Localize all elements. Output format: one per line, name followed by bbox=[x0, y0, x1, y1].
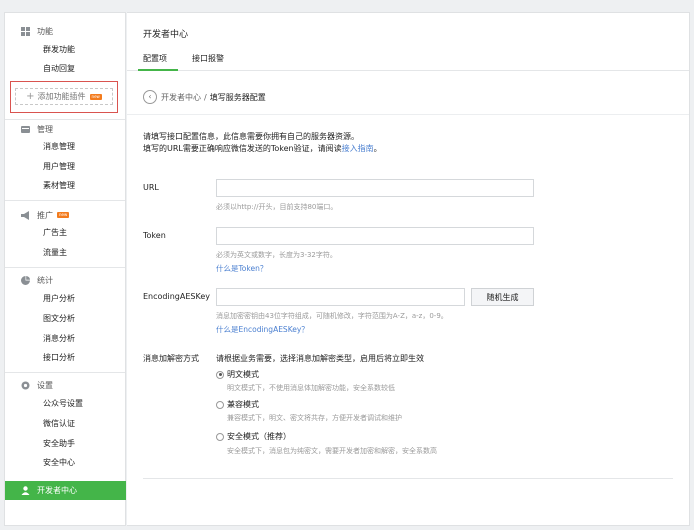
grid-icon bbox=[21, 26, 30, 36]
aes-key-input[interactable] bbox=[216, 288, 465, 306]
divider bbox=[5, 200, 125, 201]
divider bbox=[127, 114, 689, 115]
encrypt-mode-intro: 请根据业务需要，选择消息加解密类型，启用后将立即生效 bbox=[216, 354, 424, 363]
radio-unchecked-icon bbox=[216, 432, 224, 441]
folder-icon bbox=[21, 125, 30, 133]
sidebar-item-account-settings[interactable]: 公众号设置 bbox=[43, 398, 83, 410]
sidebar-section-statistics: 统计 bbox=[5, 272, 53, 288]
radio-plaintext-mode[interactable]: 明文模式 bbox=[216, 369, 259, 380]
sidebar-section-title: 设置 bbox=[37, 380, 53, 390]
sidebar: 功能 群发功能 自动回复 + 添加功能插件 new 管理 消息管理 用户管理 素… bbox=[4, 12, 126, 526]
random-generate-button[interactable]: 随机生成 bbox=[471, 288, 534, 306]
what-is-aes-key-link[interactable]: 什么是EncodingAESKey？ bbox=[216, 324, 309, 335]
breadcrumb: ‹ 开发者中心 / 填写服务器配置 bbox=[143, 90, 266, 104]
breadcrumb-current: 填写服务器配置 bbox=[209, 92, 266, 102]
new-badge: new bbox=[57, 212, 70, 218]
divider bbox=[5, 267, 125, 268]
breadcrumb-separator: / bbox=[204, 92, 207, 102]
megaphone-icon bbox=[21, 210, 29, 220]
sidebar-item-messages[interactable]: 消息管理 bbox=[43, 141, 75, 153]
sidebar-item-user-analysis[interactable]: 用户分析 bbox=[43, 293, 75, 305]
new-badge: new bbox=[89, 93, 102, 100]
sidebar-item-developer-center[interactable]: 开发者中心 bbox=[5, 481, 126, 500]
url-label: URL bbox=[143, 183, 159, 192]
sidebar-section-title: 功能 bbox=[37, 26, 53, 36]
sidebar-section-title: 推广 bbox=[37, 210, 53, 220]
sidebar-section-features: 功能 bbox=[5, 23, 53, 39]
encrypt-mode-label: 消息加解密方式 bbox=[143, 354, 199, 363]
access-guide-link[interactable]: 接入指南 bbox=[342, 144, 374, 153]
tab-config[interactable]: 配置项 bbox=[143, 53, 167, 64]
sidebar-section-title: 统计 bbox=[37, 275, 53, 285]
divider bbox=[5, 372, 125, 373]
radio-desc: 安全模式下，消息包为纯密文，需要开发者加密和解密，安全系数高 bbox=[227, 447, 437, 455]
sidebar-item-label: 开发者中心 bbox=[37, 486, 77, 495]
plus-icon: + bbox=[26, 91, 35, 102]
token-input[interactable] bbox=[216, 227, 534, 245]
pie-chart-icon bbox=[21, 275, 30, 285]
add-plugin-label: 添加功能插件 bbox=[37, 92, 86, 101]
token-label: Token bbox=[143, 231, 166, 240]
url-input[interactable] bbox=[216, 179, 534, 197]
radio-unchecked-icon bbox=[216, 400, 224, 409]
sidebar-item-security-assistant[interactable]: 安全助手 bbox=[43, 438, 75, 450]
radio-compatible-mode[interactable]: 兼容模式 bbox=[216, 399, 259, 410]
sidebar-item-advertiser[interactable]: 广告主 bbox=[43, 227, 67, 239]
radio-label: 明文模式 bbox=[227, 370, 259, 379]
divider bbox=[5, 119, 125, 120]
main-panel: 开发者中心 配置项 接口报警 ‹ 开发者中心 / 填写服务器配置 请填写接口配置… bbox=[127, 12, 690, 526]
intro-line-1: 请填写接口配置信息，此信息需要你拥有自己的服务器资源。 bbox=[143, 132, 359, 141]
intro-line-2: 填写的URL需要正确响应微信发送的Token验证，请阅读接入指南。 bbox=[143, 143, 382, 155]
sidebar-item-message-analysis[interactable]: 消息分析 bbox=[43, 333, 75, 345]
breadcrumb-parent-link[interactable]: 开发者中心 bbox=[161, 92, 201, 103]
sidebar-item-article-analysis[interactable]: 图文分析 bbox=[43, 313, 75, 325]
token-hint: 必须为英文或数字，长度为3-32字符。 bbox=[216, 251, 337, 259]
add-plugin-button[interactable]: + 添加功能插件 new bbox=[15, 88, 113, 105]
aes-key-hint: 消息加密密钥由43位字符组成，可随机修改，字符范围为A-Z，a-z，0-9。 bbox=[216, 312, 448, 320]
divider bbox=[143, 478, 673, 479]
radio-secure-mode[interactable]: 安全模式（推荐） bbox=[216, 431, 291, 442]
sidebar-item-wechat-verify[interactable]: 微信认证 bbox=[43, 418, 75, 430]
sidebar-section-promotion: 推广 new bbox=[5, 207, 70, 223]
radio-label: 安全模式（推荐） bbox=[227, 432, 291, 441]
sidebar-section-title: 管理 bbox=[37, 124, 53, 134]
sidebar-item-api-analysis[interactable]: 接口分析 bbox=[43, 352, 75, 364]
intro-text: 请填写接口配置信息，此信息需要你拥有自己的服务器资源。 填写的URL需要正确响应… bbox=[143, 131, 382, 155]
tab-bar: 配置项 接口报警 bbox=[127, 51, 689, 71]
url-hint: 必须以http://开头，目前支持80端口。 bbox=[216, 203, 338, 211]
tab-api-alert[interactable]: 接口报警 bbox=[192, 53, 224, 64]
sidebar-section-settings: 设置 bbox=[5, 377, 53, 393]
radio-label: 兼容模式 bbox=[227, 400, 259, 409]
gear-icon bbox=[21, 381, 30, 389]
page-title: 开发者中心 bbox=[143, 30, 189, 40]
highlight-box: + 添加功能插件 new bbox=[10, 81, 118, 113]
sidebar-section-manage: 管理 bbox=[5, 121, 53, 137]
intro-line-2-text: 填写的URL需要正确响应微信发送的Token验证，请阅读 bbox=[143, 144, 342, 153]
radio-checked-icon bbox=[216, 370, 224, 379]
intro-line-2-end: 。 bbox=[373, 144, 382, 153]
sidebar-item-auto-reply[interactable]: 自动回复 bbox=[43, 63, 75, 75]
sidebar-item-mass-send[interactable]: 群发功能 bbox=[43, 44, 75, 56]
radio-desc: 兼容模式下，明文、密文将共存，方便开发者调试和维护 bbox=[227, 414, 402, 422]
aes-key-label: EncodingAESKey bbox=[143, 292, 210, 301]
back-arrow-icon[interactable]: ‹ bbox=[143, 90, 157, 104]
what-is-token-link[interactable]: 什么是Token？ bbox=[216, 263, 267, 274]
sidebar-item-users[interactable]: 用户管理 bbox=[43, 161, 75, 173]
sidebar-item-materials[interactable]: 素材管理 bbox=[43, 180, 75, 192]
sidebar-item-publisher[interactable]: 流量主 bbox=[43, 247, 67, 259]
radio-desc: 明文模式下，不使用消息体加解密功能，安全系数较低 bbox=[227, 384, 395, 392]
sidebar-item-security-center[interactable]: 安全中心 bbox=[43, 457, 75, 469]
active-tab-indicator bbox=[138, 69, 178, 71]
user-icon bbox=[21, 486, 30, 495]
